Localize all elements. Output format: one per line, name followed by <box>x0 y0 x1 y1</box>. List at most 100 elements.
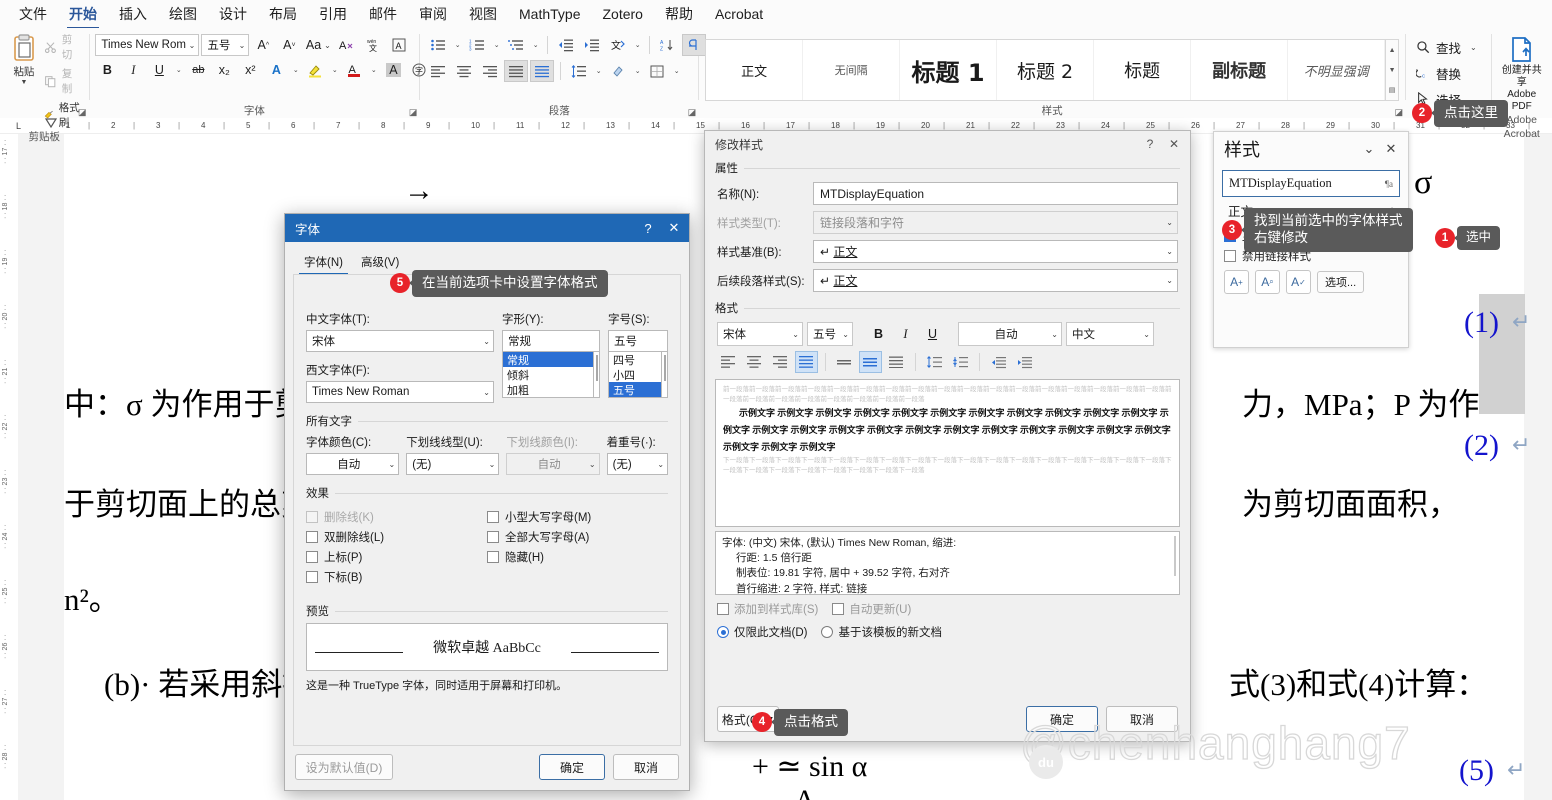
strikethrough-button[interactable]: ab <box>186 59 210 81</box>
decrease-paragraph-spacing-button[interactable] <box>949 351 972 373</box>
paragraph-dialog-launcher-icon[interactable]: ◪ <box>688 107 697 118</box>
text-effects-button[interactable]: A <box>264 59 288 81</box>
font-size-list[interactable]: 四号 小四 五号 <box>608 352 662 398</box>
text-effects-chevron-icon[interactable]: ⌄ <box>290 59 301 81</box>
font-size-combo[interactable]: 五号 ⌄ <box>201 34 250 56</box>
chevron-down-icon[interactable]: ⌄ <box>1163 276 1173 285</box>
modify-style-titlebar[interactable]: 修改样式 ? ✕ <box>705 131 1190 157</box>
font-size-option[interactable]: 小四 <box>609 367 661 382</box>
style-italic-button[interactable]: I <box>894 323 917 345</box>
style-font-size-combo[interactable]: 五号 ⌄ <box>807 322 853 346</box>
ribbon-tabbar[interactable]: 文件 开始 插入 绘图 设计 布局 引用 邮件 审阅 视图 MathType Zotero 帮助 Acro… <box>0 0 1552 29</box>
style-name-input[interactable]: MTDisplayEquation <box>813 182 1178 205</box>
superscript-button[interactable]: x² <box>238 59 262 81</box>
line-spacing-button[interactable] <box>567 60 591 82</box>
font-dialog-titlebar[interactable]: 字体 ? ✕ <box>285 214 689 242</box>
font-name-combo[interactable]: Times New Roma ⌄ <box>95 34 200 56</box>
grow-font-button[interactable]: A ^ <box>251 34 275 56</box>
underline-style-select[interactable]: (无) ⌄ <box>406 453 500 475</box>
font-size-option[interactable]: 五号 <box>609 382 661 397</box>
bold-button[interactable]: B <box>95 59 119 81</box>
underline-button[interactable]: U <box>147 59 171 81</box>
effect-checkbox-1[interactable]: 双删除线(L) <box>306 527 487 547</box>
font-color-button[interactable]: A <box>342 59 366 81</box>
sort-button[interactable]: A Z <box>656 34 680 56</box>
style-gallery-item-0[interactable]: 正文 <box>706 40 804 100</box>
set-as-default-button[interactable]: 设为默认值(D) <box>295 754 393 780</box>
based-on-select[interactable]: ↵ 正文 ⌄ <box>813 240 1178 263</box>
ms-ok-button[interactable]: 确定 <box>1026 706 1098 732</box>
decrease-indent-button[interactable] <box>554 34 578 56</box>
chevron-down-icon[interactable]: ⌄ <box>385 460 395 469</box>
style-align-right-button[interactable] <box>769 351 792 373</box>
document-text-line[interactable]: 力，MPa；P 为作 <box>1242 379 1479 424</box>
document-text-line[interactable]: n²。 <box>64 574 120 619</box>
document-text-line[interactable]: A <box>794 784 816 800</box>
cn-font-input[interactable]: 宋体 ⌄ <box>306 330 494 352</box>
chevron-down-icon[interactable]: ⌄ <box>1163 247 1173 256</box>
bullet-chevron-icon[interactable]: ⌄ <box>452 34 463 56</box>
justify-button[interactable] <box>504 60 529 82</box>
styles-dialog-launcher-icon[interactable]: ◪ <box>1395 107 1404 118</box>
chevron-down-icon[interactable]: ⌄ <box>480 388 490 397</box>
style-increase-indent-button[interactable] <box>1013 351 1036 373</box>
next-style-select[interactable]: ↵ 正文 ⌄ <box>813 269 1178 292</box>
style-gallery-item-4[interactable]: 标题 <box>1094 40 1192 100</box>
close-icon[interactable]: ✕ <box>661 216 687 240</box>
cut-button[interactable]: 剪切 <box>44 32 83 62</box>
styles-gallery-scroll[interactable]: ▲ ▼ ▤ <box>1386 39 1400 101</box>
tab-插入[interactable]: 插入 <box>108 1 158 27</box>
scroll-down-icon[interactable]: ▼ <box>1386 60 1398 80</box>
style-align-center-button[interactable] <box>743 351 766 373</box>
style-font-name-combo[interactable]: 宋体 ⌄ <box>717 322 803 346</box>
tab-Zotero[interactable]: Zotero <box>591 3 653 25</box>
underline-chevron-icon[interactable]: ⌄ <box>173 59 184 81</box>
auto-update-checkbox[interactable]: 自动更新(U) <box>832 601 911 617</box>
style-color-combo[interactable]: 自动 ⌄ <box>958 322 1062 346</box>
style-spacing-single-button[interactable] <box>833 351 856 373</box>
character-border-button[interactable]: A <box>387 34 411 56</box>
asian-layout-button[interactable]: 文 <box>606 34 630 56</box>
borders-button[interactable] <box>645 60 669 82</box>
tab-文件[interactable]: 文件 <box>8 1 58 27</box>
numbering-chevron-icon[interactable]: ⌄ <box>491 34 502 56</box>
font-color-select[interactable]: 自动 ⌄ <box>306 453 400 475</box>
modify-style-dialog[interactable]: 修改样式 ? ✕ 属性 名称(N): MTDisplayEquation 样式类… <box>704 130 1191 742</box>
font-style-option[interactable]: 常规 <box>503 352 593 367</box>
tab-视图[interactable]: 视图 <box>458 1 508 27</box>
equation-number[interactable]: (5) <box>1459 754 1494 788</box>
multilevel-list-button[interactable] <box>504 34 528 56</box>
numbered-list-button[interactable]: 1 2 3 <box>465 34 489 56</box>
style-spacing-double-button[interactable] <box>885 351 908 373</box>
shading-chevron-icon[interactable]: ⌄ <box>632 60 643 82</box>
style-gallery-item-5[interactable]: 副标题 <box>1191 40 1289 100</box>
tab-绘图[interactable]: 绘图 <box>158 1 208 27</box>
styles-gallery[interactable]: 正文 无间隔 标题 1 标题 2 标题 副标题 不明显强调 <box>705 39 1387 101</box>
tab-设计[interactable]: 设计 <box>208 1 258 27</box>
style-spacing-1half-button[interactable] <box>859 351 882 373</box>
document-text-line[interactable]: → <box>404 174 434 208</box>
tab-审阅[interactable]: 审阅 <box>408 1 458 27</box>
document-text-line[interactable]: 为剪切面面积， <box>1242 479 1459 524</box>
close-icon[interactable]: ✕ <box>1162 133 1186 155</box>
chevron-down-icon[interactable]: ⌄ <box>480 337 490 346</box>
chevron-down-icon[interactable]: ⌄ <box>1467 43 1477 52</box>
style-decrease-indent-button[interactable] <box>987 351 1010 373</box>
font-dialog-launcher-icon[interactable]: ◪ <box>409 107 418 118</box>
highlight-button[interactable] <box>303 59 327 81</box>
chevron-down-icon[interactable]: ▼ <box>20 79 27 86</box>
effect-checkbox-2[interactable]: 隐藏(H) <box>487 547 668 567</box>
font-style-list[interactable]: 常规 倾斜 加粗 <box>502 352 594 398</box>
distribute-button[interactable] <box>530 60 555 82</box>
font-style-scrollbar[interactable] <box>594 352 600 398</box>
shrink-font-button[interactable]: A ˅ <box>277 34 301 56</box>
borders-chevron-icon[interactable]: ⌄ <box>671 60 682 82</box>
phonetic-guide-button[interactable]: wén 文 <box>361 34 385 56</box>
effect-checkbox-2[interactable]: 上标(P) <box>306 547 487 567</box>
font-size-input[interactable]: 五号 <box>608 330 668 352</box>
style-list-item-0[interactable]: MTDisplayEquation ¶a <box>1222 170 1400 197</box>
tab-开始[interactable]: 开始 <box>58 1 108 29</box>
document-text-line[interactable]: σ <box>1414 164 1432 202</box>
style-gallery-item-1[interactable]: 无间隔 <box>803 40 901 100</box>
font-style-input[interactable]: 常规 <box>502 330 600 352</box>
